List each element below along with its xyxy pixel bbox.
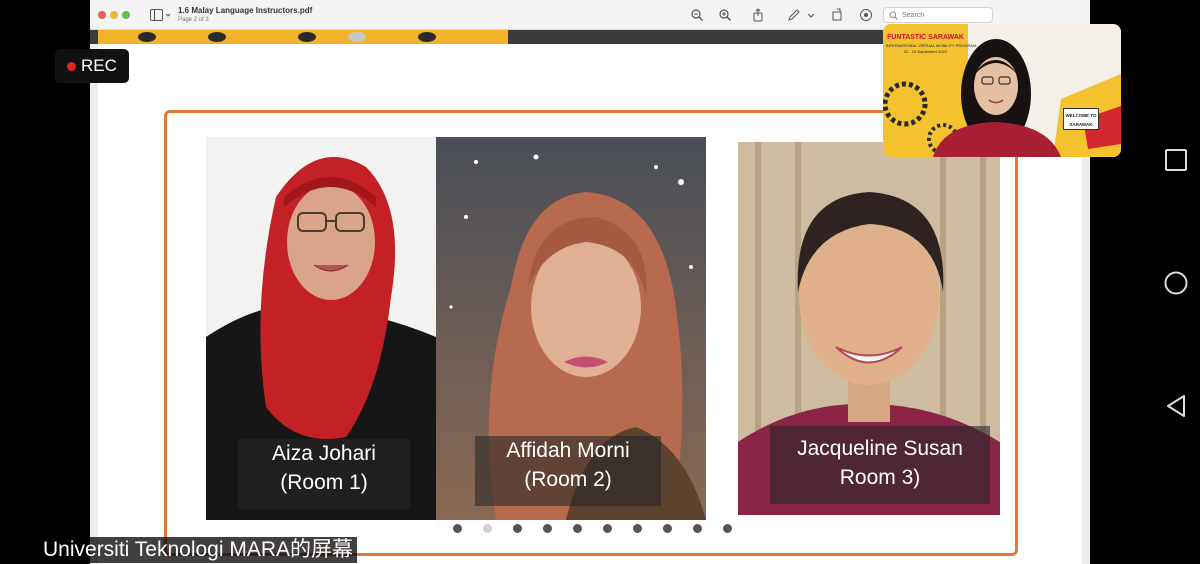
home-circle-icon[interactable] [1164, 271, 1188, 295]
rotate-icon[interactable] [830, 8, 844, 22]
meeting-screen: 1.6 Malay Language Instructors.pdf Page … [0, 0, 1200, 564]
carousel-dot[interactable] [693, 524, 702, 533]
banner-title: FUNTASTIC SARAWAK [887, 34, 964, 41]
annotate-icon[interactable] [859, 8, 873, 22]
carousel-dot[interactable] [483, 524, 492, 533]
markup-pen-icon[interactable] [787, 8, 801, 22]
zoom-out-icon[interactable] [690, 8, 704, 22]
carousel-dot[interactable] [603, 524, 612, 533]
welcome-sign-line-1: WELCOME TO [1065, 113, 1097, 118]
zoom-window-button[interactable] [122, 11, 130, 19]
document-title: 1.6 Malay Language Instructors.pdf [178, 6, 313, 15]
chevron-down-icon[interactable] [807, 8, 815, 22]
instructor-caption-2: Affidah Morni (Room 2) [475, 436, 661, 506]
share-icon[interactable] [751, 8, 765, 22]
banner-subtitle: INTERNATIONAL VIRTUAL MOBILITY PROGRAM [885, 43, 977, 48]
welcome-sign-line-2: SARAWAK [1069, 122, 1093, 127]
recording-label: REC [81, 56, 117, 75]
banner-dates: 22 - 24 September 2021 [903, 49, 948, 54]
carousel-dot[interactable] [723, 524, 732, 533]
carousel-dot[interactable] [513, 524, 522, 533]
search-icon [889, 11, 898, 20]
carousel-dot[interactable] [573, 524, 582, 533]
instructor-name-2: Affidah Morni [506, 439, 630, 462]
instructor-name-1: Aiza Johari [272, 442, 376, 465]
recents-square-icon[interactable] [1164, 148, 1188, 172]
carousel-dot[interactable] [633, 524, 642, 533]
instructor-caption-3: Jacqueline Susan Room 3) [770, 426, 990, 504]
screen-share-label: Universiti Teknologi MARA的屏幕 [39, 537, 358, 563]
instructor-caption-1: Aiza Johari (Room 1) [238, 439, 410, 509]
previous-page-art [98, 30, 508, 44]
carousel-dot[interactable] [453, 524, 462, 533]
recording-dot-icon [67, 62, 76, 71]
instructor-name-3: Jacqueline Susan [797, 437, 963, 460]
search-field[interactable] [883, 7, 993, 23]
back-triangle-icon[interactable] [1164, 394, 1188, 418]
welcome-sign: WELCOME TO SARAWAK [1063, 108, 1099, 130]
search-input[interactable] [902, 9, 988, 21]
android-navigation-bar [1145, 0, 1200, 564]
instructor-room-2: (Room 2) [524, 468, 612, 491]
presenter-video-tile[interactable]: FUNTASTIC SARAWAK INTERNATIONAL VIRTUAL … [883, 24, 1121, 157]
instructor-room-1: (Room 1) [280, 471, 368, 494]
page-indicator: Page 2 of 3 [178, 17, 209, 23]
instructor-room-3: Room 3) [839, 466, 921, 489]
sidebar-toggle-icon[interactable] [150, 9, 172, 21]
close-window-button[interactable] [98, 11, 106, 19]
minimize-window-button[interactable] [110, 11, 118, 19]
zoom-in-icon[interactable] [718, 8, 732, 22]
recording-badge: REC [55, 49, 129, 83]
carousel-dot[interactable] [663, 524, 672, 533]
carousel-dot[interactable] [543, 524, 552, 533]
